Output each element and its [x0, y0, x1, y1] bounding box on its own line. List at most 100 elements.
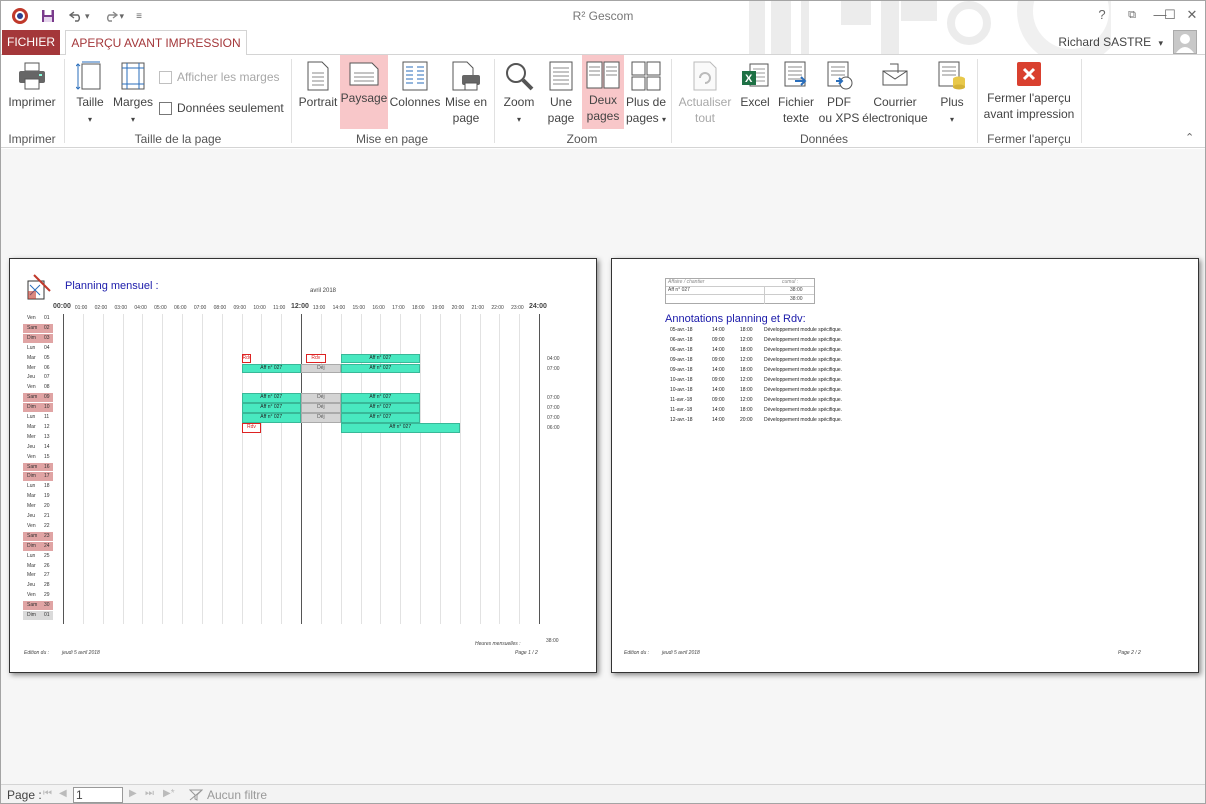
group-separator: [494, 59, 495, 143]
summary-header: Affaire / chantier cumul :: [666, 279, 814, 287]
landscape-icon: [349, 62, 379, 86]
portrait-button[interactable]: Portrait: [297, 55, 339, 129]
data-only-label: Données seulement: [177, 101, 284, 115]
row-total: 04:00: [547, 355, 560, 362]
time-label: 12:00: [291, 303, 309, 310]
page-setup-button[interactable]: Mise en page: [442, 55, 490, 129]
time-label: 13:00: [312, 305, 326, 311]
two-pages-label-1: Deux: [588, 93, 617, 107]
day-row-label: Lun 11: [23, 413, 53, 422]
annotation-row: 05-avr.-18 14:00 18:00 Développement module…: [670, 327, 970, 336]
planning-event[interactable]: Aff n° 027: [340, 413, 420, 423]
planning-event[interactable]: Aff n° 027: [241, 363, 301, 374]
hour-gridline: [122, 314, 124, 624]
preview-page-1[interactable]: Planning mensuel : avril 2018 00:00 01:00…: [9, 258, 597, 673]
row-total: 07:00: [547, 395, 560, 402]
pdf-xps-button[interactable]: PDF ou XPS: [818, 55, 860, 129]
day-name: Sam: [27, 394, 38, 401]
user-account[interactable]: Richard SASTRE ▾: [1058, 35, 1163, 49]
preview-page-2[interactable]: Affaire / chantier cumul : Aff n° 027 38…: [611, 258, 1199, 673]
checkbox-box: [159, 70, 172, 84]
zoom-label: Zoom: [503, 95, 535, 109]
planning-event[interactable]: Aff n° 027: [340, 363, 420, 374]
size-button[interactable]: Taille ▾: [71, 55, 109, 129]
more-pages-button[interactable]: Plus de pages ▾: [625, 55, 667, 129]
next-page-icon[interactable]: ▶: [129, 788, 137, 799]
annotation-text: Développement module spécifique.: [764, 357, 843, 363]
day-name: Sam: [27, 324, 38, 331]
day-row-label: Ven 08: [23, 383, 53, 392]
day-row-label: Dim 10: [23, 403, 53, 412]
page-setup-icon: [452, 61, 480, 91]
monthly-hours-total: 38:00: [546, 638, 559, 644]
help-button[interactable]: ?: [1087, 5, 1117, 25]
collapse-ribbon-icon[interactable]: ⌃: [1185, 131, 1194, 144]
hour-gridline: [63, 314, 64, 624]
close-window-button[interactable]: ✕: [1177, 5, 1205, 25]
planning-event[interactable]: Rdv: [241, 353, 252, 364]
more-export-button[interactable]: Plus ▾: [931, 55, 973, 129]
filter-status[interactable]: Aucun filtre: [207, 788, 267, 802]
two-pages-button[interactable]: Deux pages: [582, 55, 624, 129]
time-label: 09:00: [233, 305, 247, 311]
landscape-button[interactable]: Paysage: [340, 55, 388, 129]
planning-event[interactable]: Aff n° 027: [241, 403, 301, 413]
time-label: 22:00: [491, 305, 504, 311]
title-bar: ▾ ▾ ≡ R² Gescom ? ⧉ — ☐ ✕: [1, 1, 1205, 57]
time-label: 19:00: [431, 305, 445, 311]
planning-event[interactable]: Aff n° 027: [340, 422, 460, 433]
time-label: 03:00: [114, 305, 128, 311]
planning-event[interactable]: Aff n° 027: [340, 403, 420, 413]
group-separator: [64, 59, 65, 143]
show-margins-label: Afficher les marges: [177, 70, 280, 84]
row-total: 07:00: [547, 365, 560, 372]
excel-export-button[interactable]: X Excel: [737, 55, 773, 129]
new-record-icon[interactable]: ▶*: [163, 788, 175, 799]
planning-event[interactable]: Aff n° 027: [340, 393, 420, 404]
refresh-all-button[interactable]: Actualiser tout: [675, 55, 735, 129]
avatar[interactable]: [1173, 30, 1197, 54]
excel-icon: X: [740, 61, 770, 91]
annotation-end: 12:00: [740, 357, 753, 363]
tab-print-preview[interactable]: APERÇU AVANT IMPRESSION: [65, 30, 247, 56]
day-number: 18: [44, 483, 50, 490]
hour-gridline: [459, 314, 461, 624]
group-label-zoom: Zoom: [566, 132, 598, 146]
planning-event[interactable]: Déj: [301, 413, 341, 423]
ribbon-display-button[interactable]: ⧉: [1117, 5, 1147, 25]
planning-event[interactable]: Aff n° 027: [241, 393, 301, 404]
email-button[interactable]: Courrier électronique: [861, 55, 929, 129]
day-row-label: Dim 01: [23, 611, 53, 620]
close-preview-button[interactable]: Fermer l'aperçu avant impression: [981, 55, 1077, 129]
day-row-label: Lun 25: [23, 552, 53, 561]
page-size-icon: [76, 61, 101, 90]
planning-event[interactable]: Rdv: [305, 353, 326, 364]
first-page-icon[interactable]: ⏮: [43, 788, 52, 799]
print-button[interactable]: Imprimer: [4, 55, 60, 129]
planning-event[interactable]: Aff n° 027: [241, 413, 301, 423]
page-number-input[interactable]: 1: [73, 787, 123, 803]
annotation-start: 14:00: [712, 387, 725, 393]
time-label: 01:00: [74, 305, 88, 311]
previous-page-icon[interactable]: ◀: [59, 788, 67, 799]
planning-event[interactable]: Déj: [301, 363, 341, 374]
day-name: Jeu: [27, 374, 36, 381]
text-file-button[interactable]: Fichier texte: [775, 55, 817, 129]
planning-event[interactable]: Déj: [301, 403, 341, 413]
one-page-button[interactable]: Une page: [542, 55, 580, 129]
day-name: Mer: [27, 364, 36, 371]
day-number: 10: [44, 404, 50, 411]
margins-button[interactable]: Marges ▾: [111, 55, 155, 129]
planning-event[interactable]: Rdv: [241, 422, 262, 433]
last-page-icon[interactable]: ⏭: [145, 788, 154, 799]
planning-event[interactable]: Déj: [301, 393, 341, 404]
columns-button[interactable]: Colonnes: [389, 55, 441, 129]
show-margins-checkbox[interactable]: Afficher les marges: [159, 70, 280, 84]
footer-edition-date: jeudi 5 avril 2018: [662, 650, 700, 656]
planning-event[interactable]: Aff n° 027: [340, 353, 420, 364]
zoom-button[interactable]: Zoom ▾: [498, 55, 540, 129]
data-only-checkbox[interactable]: Données seulement: [159, 101, 284, 115]
hour-gridline: [82, 314, 84, 624]
annotation-row: 06-avr.-18 14:00 18:00 Développement module…: [670, 347, 970, 356]
tab-file[interactable]: FICHIER: [2, 30, 60, 55]
